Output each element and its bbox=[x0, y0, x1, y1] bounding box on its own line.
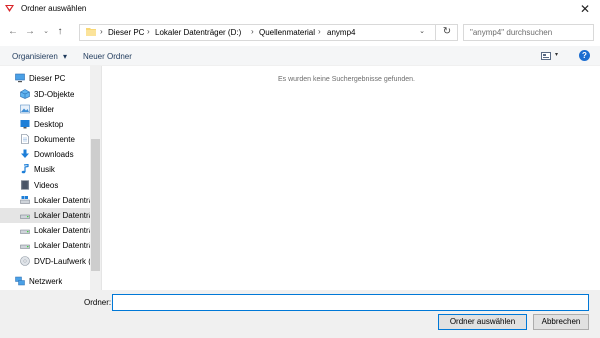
sidebar-item-label: Lokaler Datenträ bbox=[34, 226, 94, 235]
new-folder-button[interactable]: Neuer Ordner bbox=[83, 52, 132, 61]
folder-name-input[interactable] bbox=[112, 294, 589, 311]
view-options-icon[interactable] bbox=[541, 52, 551, 60]
organize-label: Organisieren bbox=[12, 52, 58, 61]
download-icon bbox=[21, 149, 29, 158]
sidebar-item-label: Bilder bbox=[34, 105, 55, 114]
breadcrumb-item-drive-d[interactable]: Lokaler Datenträger (D:) bbox=[155, 28, 241, 37]
computer-icon bbox=[15, 73, 25, 83]
dvd-icon bbox=[20, 256, 30, 266]
sidebar-item-label: Lokaler Datenträ bbox=[34, 241, 94, 250]
scrollbar-thumb[interactable] bbox=[91, 139, 100, 271]
app-icon bbox=[5, 5, 14, 12]
chevron-down-icon: ▾ bbox=[63, 52, 68, 61]
sidebar-item-label: Musik bbox=[34, 165, 55, 174]
organize-button[interactable]: Organisieren ▾ bbox=[12, 52, 67, 61]
refresh-icon[interactable]: ↻ bbox=[435, 24, 458, 41]
desktop-icon bbox=[20, 120, 30, 129]
cancel-button[interactable]: Abbrechen bbox=[533, 314, 589, 330]
up-arrow-icon[interactable]: ↑ bbox=[54, 26, 66, 38]
videos-icon bbox=[21, 180, 29, 190]
breadcrumb-separator: › bbox=[318, 27, 321, 36]
breadcrumb-separator: › bbox=[100, 27, 103, 36]
sidebar-item-label: Dieser PC bbox=[29, 74, 66, 83]
breadcrumb-item-this-pc[interactable]: Dieser PC bbox=[108, 28, 144, 37]
sidebar-item-label: Dokumente bbox=[34, 135, 75, 144]
network-icon bbox=[15, 276, 25, 286]
view-dropdown-icon[interactable]: ▾ bbox=[555, 51, 558, 58]
sidebar-item-label: Videos bbox=[34, 181, 59, 190]
sidebar-item-label: Desktop bbox=[34, 120, 64, 129]
drive-icon bbox=[20, 244, 30, 249]
breadcrumb-item-quellenmaterial[interactable]: Quellenmaterial bbox=[259, 28, 315, 37]
search-placeholder: "anymp4" durchsuchen bbox=[470, 28, 553, 37]
pictures-icon bbox=[20, 104, 30, 114]
documents-icon bbox=[21, 134, 29, 144]
folder-field-label: Ordner: bbox=[84, 298, 112, 307]
breadcrumb-separator: › bbox=[147, 27, 150, 36]
folder-icon bbox=[86, 28, 96, 36]
file-list-area[interactable] bbox=[102, 66, 600, 290]
empty-results-message: Es wurden keine Suchergebnisse gefunden. bbox=[278, 76, 415, 83]
breadcrumb-item-anymp4[interactable]: anymp4 bbox=[327, 28, 355, 37]
back-arrow-icon[interactable]: ← bbox=[7, 26, 19, 38]
help-icon[interactable]: ? bbox=[579, 50, 590, 61]
sidebar-item-label: 3D-Objekte bbox=[34, 90, 75, 99]
breadcrumb-separator: › bbox=[251, 27, 254, 36]
window-title: Ordner auswählen bbox=[21, 4, 87, 13]
address-dropdown-icon[interactable]: ⌄ bbox=[417, 26, 427, 38]
forward-arrow-icon[interactable]: → bbox=[24, 26, 36, 38]
sidebar-item-label: Lokaler Datenträ bbox=[34, 196, 94, 205]
3d-objects-icon bbox=[20, 89, 30, 99]
sidebar-item-label: Downloads bbox=[34, 150, 74, 159]
select-folder-button[interactable]: Ordner auswählen bbox=[438, 314, 527, 330]
close-icon[interactable]: ✕ bbox=[578, 2, 592, 16]
music-icon bbox=[21, 164, 29, 174]
drive-icon bbox=[20, 214, 30, 219]
drive-icon bbox=[20, 229, 30, 234]
sidebar-item-label: DVD-Laufwerk ( bbox=[34, 257, 91, 266]
recent-dropdown-icon[interactable]: ⌄ bbox=[40, 26, 52, 38]
title-bar bbox=[0, 0, 600, 18]
drive-icon bbox=[20, 196, 30, 204]
sidebar-item-label: Netzwerk bbox=[29, 277, 63, 286]
sidebar-item-label: Lokaler Datenträ bbox=[34, 211, 94, 220]
